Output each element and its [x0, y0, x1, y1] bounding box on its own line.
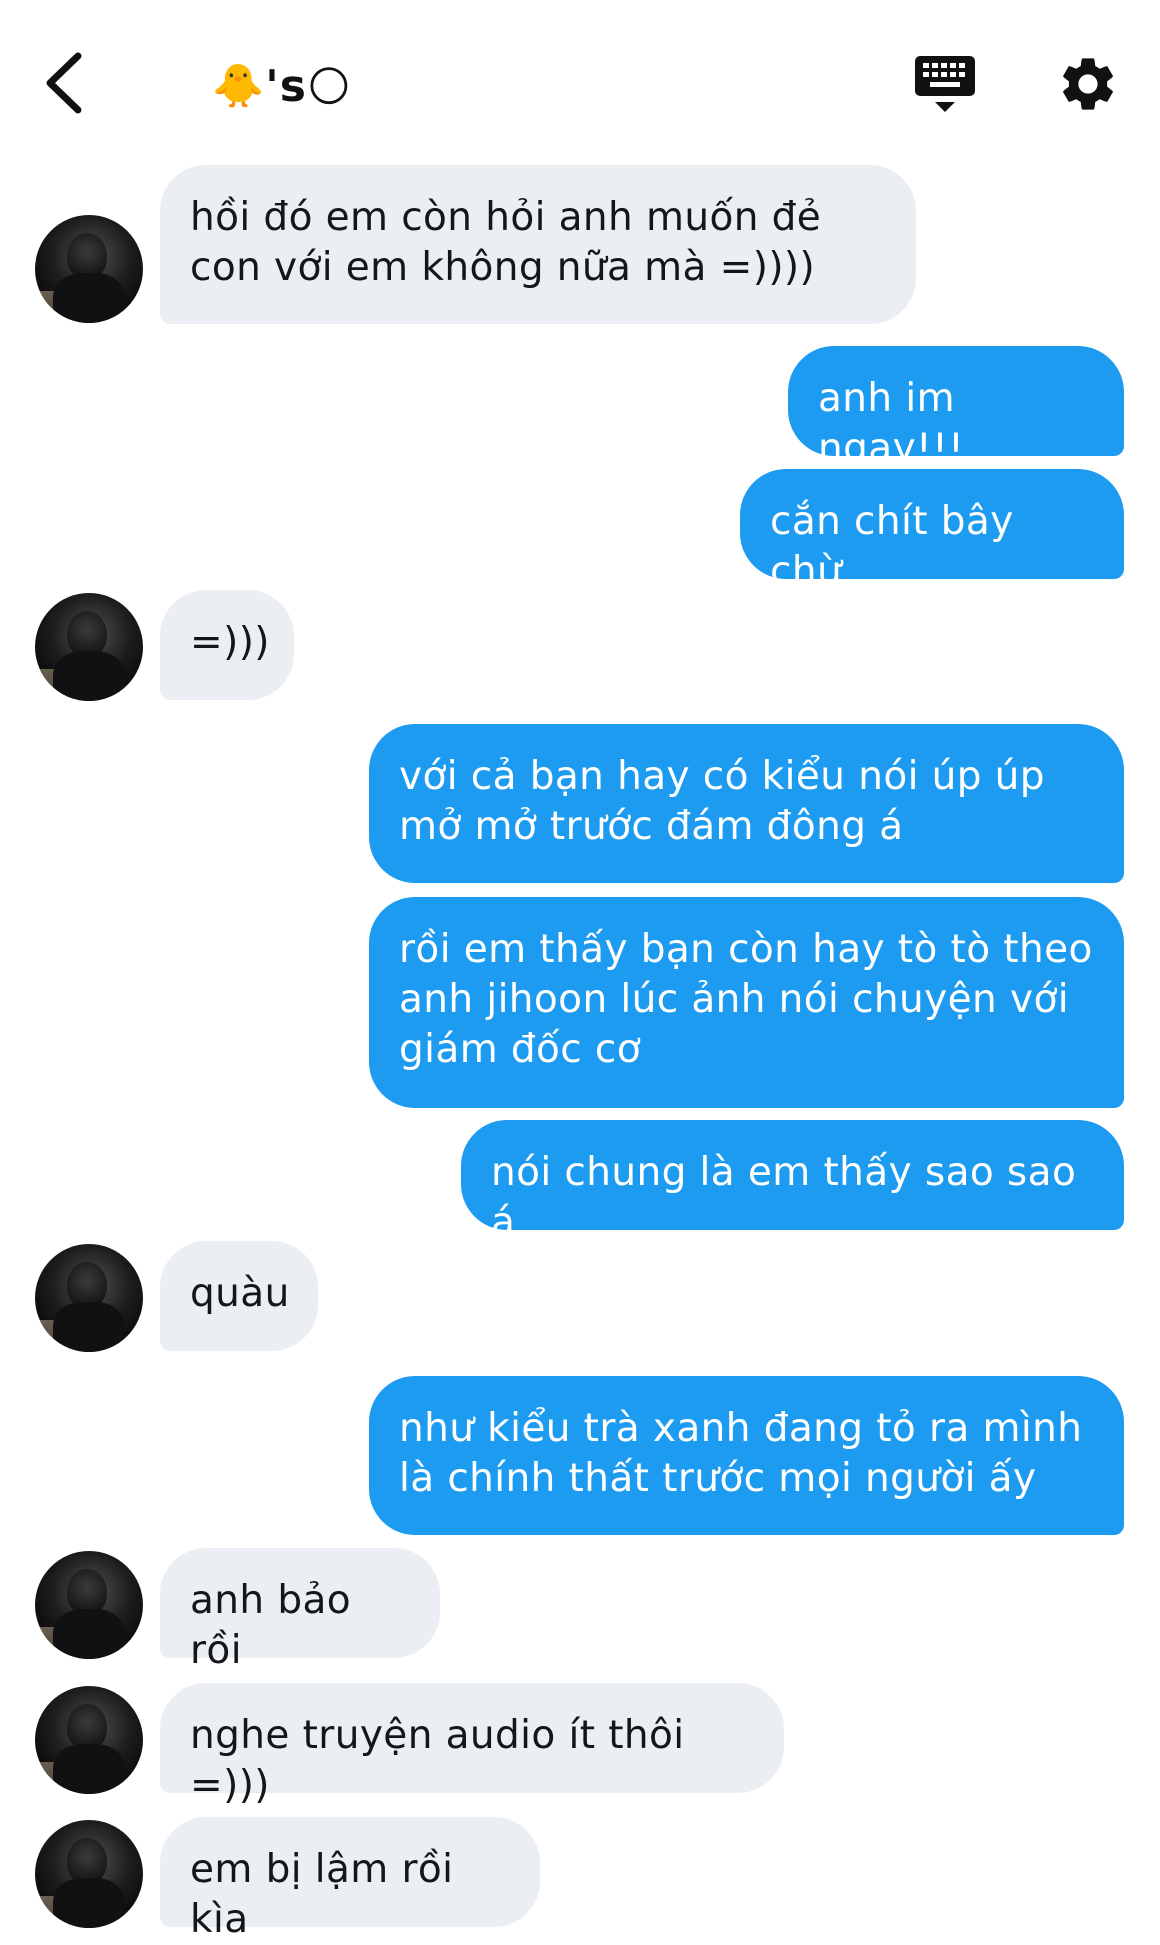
avatar[interactable] — [35, 1244, 143, 1352]
message-bubble[interactable]: hồi đó em còn hỏi anh muốn đẻ con với em… — [160, 165, 916, 324]
title-text: 's — [265, 60, 307, 112]
message-bubble[interactable]: anh im ngay!!! — [788, 346, 1124, 471]
avatar[interactable] — [35, 215, 143, 323]
conversation-title[interactable]: 🐥 's 🌕 — [212, 58, 352, 114]
moon-emoji: 🌕 — [306, 61, 352, 111]
message-bubble[interactable]: =))) — [160, 590, 294, 700]
message-bubble[interactable]: quàu — [160, 1241, 318, 1351]
back-button[interactable] — [40, 48, 90, 118]
message-bubble[interactable]: anh bảo rồi — [160, 1548, 440, 1673]
chevron-left-icon — [46, 52, 82, 114]
gear-icon — [1063, 58, 1113, 110]
message-bubble[interactable]: với cả bạn hay có kiểu nói úp úp mở mở t… — [369, 724, 1124, 883]
message-bubble[interactable]: nghe truyện audio ít thôi =))) — [160, 1683, 784, 1808]
avatar[interactable] — [35, 1551, 143, 1659]
message-bubble[interactable]: rồi em thấy bạn còn hay tò tò theo anh j… — [369, 897, 1124, 1108]
settings-button[interactable] — [1056, 52, 1120, 116]
keyboard-icon — [915, 56, 975, 112]
message-bubble[interactable]: cắn chít bây chừ — [740, 469, 1124, 594]
chick-emoji: 🐥 — [212, 61, 266, 110]
conversation-header: 🐥 's 🌕 — [0, 0, 1160, 150]
message-bubble[interactable]: nói chung là em thấy sao sao á — [461, 1120, 1124, 1245]
avatar[interactable] — [35, 1686, 143, 1794]
keyboard-button[interactable] — [912, 52, 978, 118]
message-bubble[interactable]: em bị lậm rồi kìa — [160, 1817, 540, 1942]
avatar[interactable] — [35, 1820, 143, 1928]
avatar[interactable] — [35, 593, 143, 701]
message-bubble[interactable]: như kiểu trà xanh đang tỏ ra mình là chí… — [369, 1376, 1124, 1535]
